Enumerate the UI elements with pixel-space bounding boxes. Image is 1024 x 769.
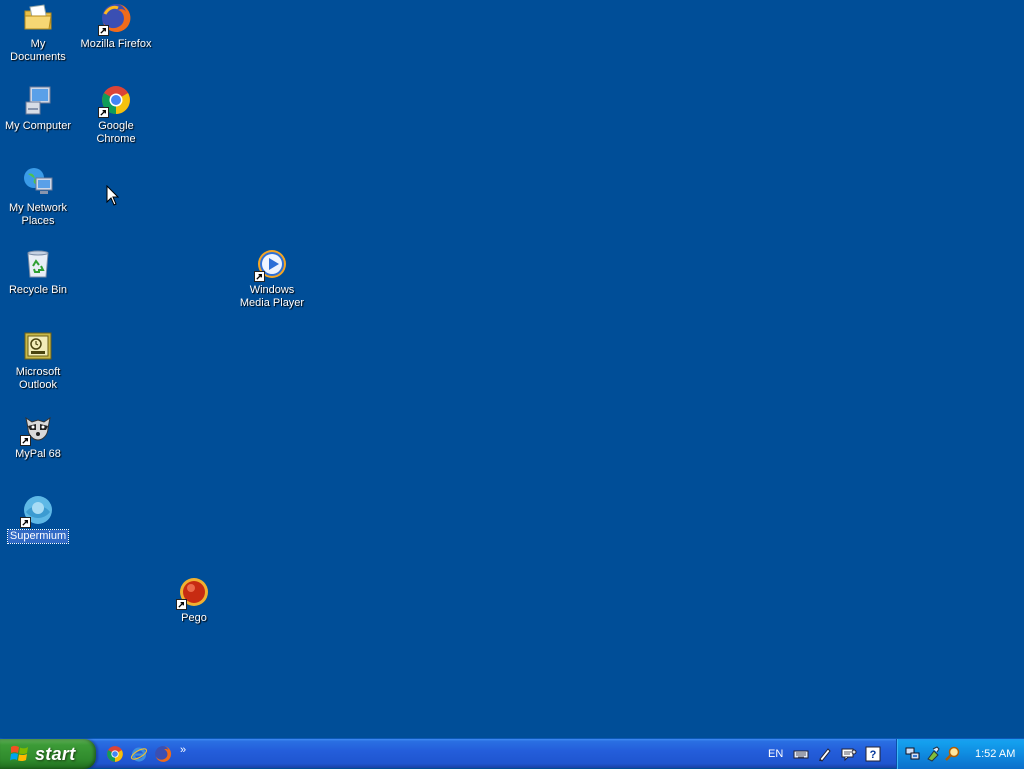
desktop-icon-label: Microsoft Outlook (15, 366, 61, 391)
desktop-icon-label: My Network Places (8, 202, 68, 227)
desktop-icon-label: Pego (181, 612, 207, 624)
media-player-icon (254, 248, 288, 282)
search-icon[interactable] (945, 746, 961, 762)
firefox-icon (98, 2, 132, 36)
desktop-icon-label: Google Chrome (96, 120, 136, 145)
windows-flag-icon (10, 745, 28, 761)
quick-launch-bar: » (106, 744, 186, 764)
help-icon[interactable]: ? (865, 746, 881, 762)
clock[interactable]: 1:52 AM (975, 748, 1015, 760)
desktop-icon-supermium[interactable]: Supermium (0, 494, 76, 544)
language-bar: EN ? (768, 744, 881, 764)
desktop-icon-my-documents[interactable]: My Documents (0, 2, 76, 64)
desktop-icon-windows-media-player[interactable]: Windows Media Player (234, 248, 310, 310)
mouse-cursor-icon (106, 185, 120, 206)
supermium-icon (20, 494, 54, 528)
start-button[interactable]: start (0, 739, 96, 769)
desktop[interactable]: My Documents Mozilla Firefox My Computer… (0, 0, 1024, 738)
computer-icon (22, 84, 54, 116)
mypal-raccoon-icon (20, 412, 54, 446)
shortcut-arrow-icon (176, 599, 187, 610)
desktop-icon-recycle-bin[interactable]: Recycle Bin (0, 248, 76, 297)
desktop-icon-my-computer[interactable]: My Computer (0, 84, 76, 133)
desktop-icon-mypal-68[interactable]: MyPal 68 (0, 412, 76, 461)
recycle-bin-icon (22, 248, 54, 280)
pego-icon (176, 576, 210, 610)
desktop-icon-label: Mozilla Firefox (80, 38, 152, 50)
taskbar: start » EN ? 1:52 AM (0, 738, 1024, 769)
svg-text:?: ? (870, 749, 877, 761)
quick-launch-internet-explorer-icon[interactable] (130, 745, 148, 763)
network-icon (22, 166, 54, 198)
shortcut-arrow-icon (254, 271, 265, 282)
desktop-icon-label: Supermium (6, 529, 70, 544)
quick-launch-chrome-icon[interactable] (106, 745, 124, 763)
system-tray: 1:52 AM (896, 739, 1024, 769)
chrome-icon (98, 84, 132, 118)
safely-remove-icon[interactable] (925, 746, 941, 762)
outlook-icon (22, 330, 54, 362)
pen-icon[interactable] (817, 746, 833, 762)
speech-icon[interactable] (841, 746, 857, 762)
folder-documents-icon (22, 2, 54, 34)
shortcut-arrow-icon (98, 107, 109, 118)
language-indicator[interactable]: EN (768, 748, 783, 760)
desktop-icon-google-chrome[interactable]: Google Chrome (78, 84, 154, 146)
shortcut-arrow-icon (98, 25, 109, 36)
network-connection-icon[interactable] (905, 746, 921, 762)
shortcut-arrow-icon (20, 517, 31, 528)
desktop-icon-my-network-places[interactable]: My Network Places (0, 166, 76, 228)
start-label: start (35, 743, 76, 764)
desktop-icon-label: Recycle Bin (8, 284, 68, 296)
shortcut-arrow-icon (20, 435, 31, 446)
keyboard-icon[interactable] (793, 746, 809, 762)
desktop-icon-label: My Computer (4, 120, 72, 132)
desktop-icon-label: Windows Media Player (239, 284, 305, 309)
quick-launch-more-button[interactable]: » (180, 744, 186, 756)
desktop-icon-pego[interactable]: Pego (156, 576, 232, 625)
desktop-icon-microsoft-outlook[interactable]: Microsoft Outlook (0, 330, 76, 392)
desktop-icon-label: My Documents (10, 38, 66, 63)
desktop-icon-mozilla-firefox[interactable]: Mozilla Firefox (78, 2, 154, 51)
desktop-icon-label: MyPal 68 (15, 448, 61, 460)
quick-launch-firefox-icon[interactable] (154, 745, 172, 763)
